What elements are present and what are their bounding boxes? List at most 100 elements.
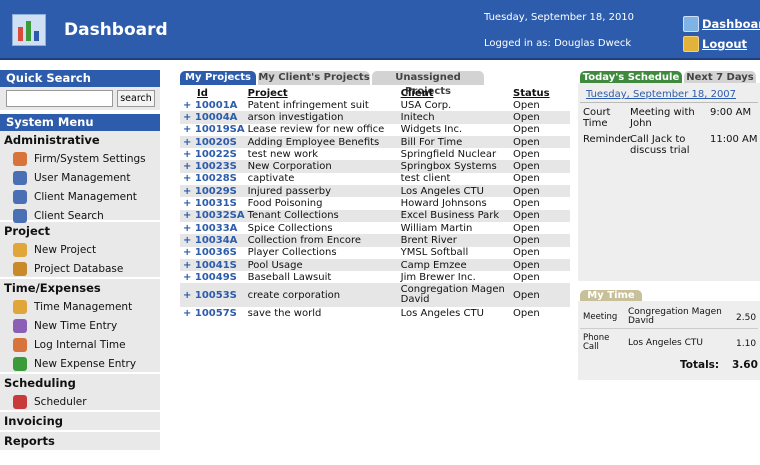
project-status: Open	[510, 283, 570, 308]
schedule-event-desc[interactable]: Meeting with John	[630, 107, 702, 129]
expand-plus-icon[interactable]: +	[183, 149, 195, 160]
dashboard-link[interactable]: Dashboard	[683, 16, 760, 32]
table-row[interactable]: + 10004A arson investigation Initech Open	[180, 111, 570, 124]
logout-link-label[interactable]: Logout	[702, 37, 747, 51]
expand-plus-icon[interactable]: +	[183, 223, 195, 234]
tab-unassigned-projects[interactable]: Unassigned Projects	[372, 71, 484, 97]
menu-item-scheduler[interactable]: Scheduler	[0, 392, 160, 411]
project-id[interactable]: 10033A	[195, 223, 238, 234]
table-row[interactable]: + 10019SA Lease review for new office Widg…	[180, 124, 570, 136]
expand-plus-icon[interactable]: +	[183, 308, 195, 319]
table-row[interactable]: + 10023S New Corporation Springbox Systems…	[180, 160, 570, 173]
expand-plus-icon[interactable]: +	[183, 161, 195, 172]
project-id[interactable]: 10034A	[195, 235, 238, 246]
project-id[interactable]: 10041S	[195, 260, 237, 271]
column-header-project[interactable]: Project	[245, 87, 398, 99]
expand-plus-icon[interactable]: +	[183, 124, 195, 135]
expand-plus-icon[interactable]: +	[183, 260, 195, 271]
project-id-cell: + 10004A	[180, 111, 245, 124]
table-row[interactable]: + 10041S Pool Usage Camp Emzee Open	[180, 258, 570, 272]
search-button[interactable]: search	[117, 90, 155, 107]
expand-plus-icon[interactable]: +	[183, 137, 195, 148]
table-row[interactable]: + 10022S test new work Springfield Nuclear…	[180, 148, 570, 160]
project-id[interactable]: 10057S	[195, 308, 237, 319]
menu-item-new-expense-entry[interactable]: New Expense Entry	[0, 354, 160, 373]
project-name: Spice Collections	[247, 222, 333, 234]
tab-my-clients-projects[interactable]: My Client's Projects	[258, 71, 370, 85]
dashboard-link-label[interactable]: Dashboard	[702, 17, 760, 31]
expand-plus-icon[interactable]: +	[183, 100, 195, 111]
menu-item-project-database[interactable]: Project Database	[0, 259, 160, 278]
client-search-icon	[13, 208, 27, 223]
menu-item-time-management[interactable]: Time Management	[0, 297, 160, 316]
project-client: Springfield Nuclear	[400, 148, 497, 160]
project-status: Open	[513, 247, 540, 259]
divider	[580, 102, 758, 103]
project-id[interactable]: 10001A	[195, 100, 238, 111]
expand-plus-icon[interactable]: +	[183, 173, 195, 184]
expand-plus-icon[interactable]: +	[183, 186, 195, 197]
table-row[interactable]: + 10057S save the world Los Angeles CTU Ope…	[180, 307, 570, 319]
menu-item-client-management[interactable]: Client Management	[0, 187, 160, 206]
time-entry-client: Congregation Magen David	[628, 307, 722, 326]
project-id[interactable]: 10020S	[195, 137, 237, 148]
schedule-event-desc[interactable]: Call Jack to discuss trial	[630, 134, 702, 156]
project-id[interactable]: 10019SA	[195, 124, 245, 135]
menu-item-firm-settings[interactable]: Firm/System Settings	[0, 149, 160, 168]
expand-plus-icon[interactable]: +	[183, 247, 195, 258]
menu-item-log-internal-time[interactable]: Log Internal Time	[0, 335, 160, 354]
expand-plus-icon[interactable]: +	[183, 198, 195, 209]
project-status: Open	[510, 209, 570, 222]
database-icon	[13, 261, 27, 276]
table-row[interactable]: + 10036S Player Collections YMSL Softball O…	[180, 247, 570, 259]
project-id[interactable]: 10036S	[195, 247, 237, 258]
menu-item-new-project[interactable]: New Project	[0, 240, 160, 259]
menu-item-user-management[interactable]: User Management	[0, 168, 160, 187]
project-id[interactable]: 10029S	[195, 186, 237, 197]
expense-icon	[13, 356, 27, 371]
table-row[interactable]: + 10049S Baseball Lawsuit Jim Brewer Inc. O…	[180, 271, 570, 283]
project-id[interactable]: 10049S	[195, 272, 237, 283]
table-row[interactable]: + 10033A Spice Collections William Martin O…	[180, 222, 570, 234]
project-id[interactable]: 10053S	[195, 290, 237, 301]
column-header-status[interactable]: Status	[510, 87, 570, 99]
table-row[interactable]: + 10028S captivate test client Open	[180, 173, 570, 185]
table-row[interactable]: + 10001A Patent infringement suit USA Corp…	[180, 99, 570, 111]
project-id-cell: + 10029S	[180, 185, 245, 198]
project-id[interactable]: 10023S	[195, 161, 237, 172]
schedule-event-time: 11:00 AM	[710, 134, 758, 145]
tab-my-projects[interactable]: My Projects	[180, 71, 256, 85]
quick-search-input[interactable]	[6, 90, 113, 107]
table-row[interactable]: + 10034A Collection from Encore Brent Rive…	[180, 234, 570, 247]
table-row[interactable]: + 10031S Food Poisoning Howard Johnsons Ope…	[180, 197, 570, 209]
expand-plus-icon[interactable]: +	[183, 112, 195, 123]
column-header-id[interactable]: Id	[180, 87, 245, 99]
menu-item-new-time-entry[interactable]: New Time Entry	[0, 316, 160, 335]
table-row[interactable]: + 10053S create corporation Congregation M…	[180, 283, 570, 308]
table-row[interactable]: + 10020S Adding Employee Benefits Bill For…	[180, 135, 570, 149]
project-id[interactable]: 10004A	[195, 112, 238, 123]
project-status: Open	[510, 234, 570, 247]
table-row[interactable]: + 10032SA Tenant Collections Excel Busines…	[180, 209, 570, 222]
menu-group-invoicing[interactable]: Invoicing	[0, 412, 160, 432]
schedule-date-link[interactable]: Tuesday, September 18, 2007	[586, 89, 736, 100]
logout-link[interactable]: Logout	[683, 36, 747, 52]
project-id[interactable]: 10032SA	[195, 210, 245, 221]
divider	[580, 328, 758, 329]
menu-group-reports[interactable]: Reports	[0, 432, 160, 452]
menu-group-title: Invoicing	[4, 414, 63, 428]
expand-plus-icon[interactable]: +	[183, 235, 195, 246]
project-id[interactable]: 10028S	[195, 173, 237, 184]
menu-item-label: New Time Entry	[34, 319, 118, 332]
expand-plus-icon[interactable]: +	[183, 290, 195, 301]
project-name: Lease review for new office	[247, 124, 385, 136]
table-row[interactable]: + 10029S Injured passerby Los Angeles CTU O…	[180, 185, 570, 198]
project-status: Open	[513, 222, 540, 234]
project-id[interactable]: 10022S	[195, 149, 237, 160]
expand-plus-icon[interactable]: +	[183, 210, 195, 221]
project-id-cell: + 10022S	[180, 148, 245, 160]
expand-plus-icon[interactable]: +	[183, 272, 195, 283]
column-header-client[interactable]: Client	[398, 87, 510, 99]
project-id[interactable]: 10031S	[195, 198, 237, 209]
project-id-cell: + 10031S	[180, 197, 245, 209]
